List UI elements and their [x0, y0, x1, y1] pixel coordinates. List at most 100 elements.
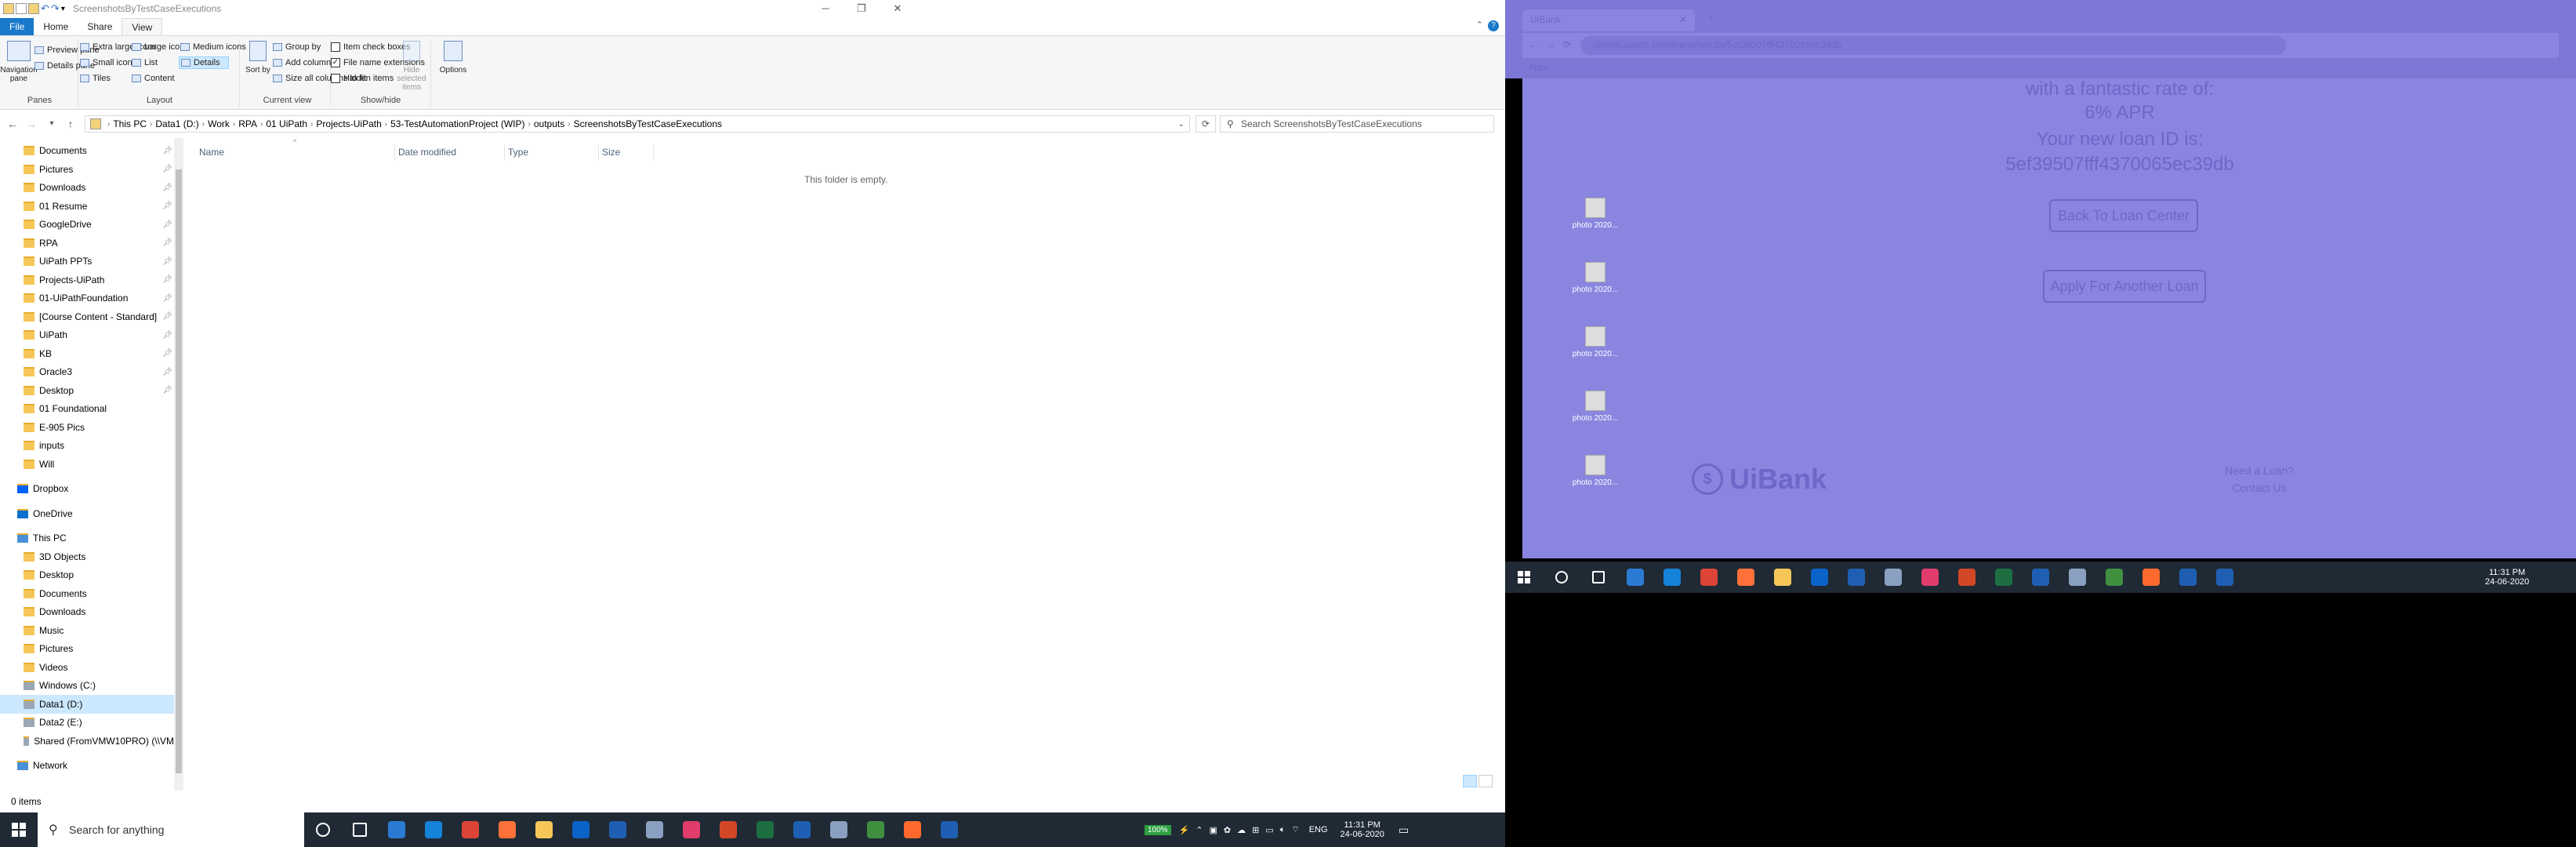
tab-home[interactable]: Home: [34, 18, 78, 35]
column-header-date-modified[interactable]: Date modified: [395, 144, 505, 160]
clock[interactable]: 11:31 PM 24-06-2020: [1341, 820, 1384, 839]
taskbar-app[interactable]: [2095, 562, 2132, 593]
taskbar-app[interactable]: [2206, 562, 2243, 593]
tab-view[interactable]: View: [122, 18, 163, 35]
taskbar-app[interactable]: [1616, 562, 1653, 593]
taskbar-app[interactable]: [746, 812, 783, 847]
taskbar-app[interactable]: [1985, 562, 2022, 593]
clock[interactable]: 11:31 PM 24-06-2020: [2485, 562, 2529, 593]
quick-access-item[interactable]: Downloads 📌︎: [0, 178, 174, 197]
battery-indicator[interactable]: 100%: [1145, 824, 1171, 835]
quick-access-item[interactable]: UiPath 📌︎: [0, 325, 174, 344]
tray-app-icon[interactable]: ✿: [1224, 825, 1231, 835]
desktop-icon[interactable]: photo 2020...: [1568, 391, 1623, 423]
taskbar-app[interactable]: [2132, 562, 2169, 593]
quick-access-item[interactable]: Projects-UiPath 📌︎: [0, 271, 174, 289]
address-bar[interactable]: › This PC › Data1 (D:) › Work › RPA › 01 UiP…: [85, 115, 1190, 133]
column-header-size[interactable]: Size: [599, 144, 654, 160]
this-pc-item[interactable]: Documents: [0, 584, 174, 603]
breadcrumb-item[interactable]: Data1 (D:): [155, 118, 198, 129]
tiles-option[interactable]: Tiles: [80, 74, 111, 83]
taskbar-app[interactable]: [709, 812, 746, 847]
details-option[interactable]: Details: [179, 56, 229, 69]
tab-share[interactable]: Share: [78, 18, 122, 35]
taskbar-app[interactable]: [820, 812, 857, 847]
undo-icon[interactable]: ↶: [41, 2, 49, 15]
desktop-icon[interactable]: photo 2020...: [1568, 326, 1623, 358]
back-button[interactable]: ←: [5, 116, 20, 132]
breadcrumb-item[interactable]: 53-TestAutomationProject (WIP): [390, 118, 524, 129]
breadcrumb-item[interactable]: Projects-UiPath: [316, 118, 381, 129]
navigation-pane-button[interactable]: Navigation pane: [0, 41, 38, 83]
this-pc-item[interactable]: Desktop: [0, 565, 174, 584]
url-bar[interactable]: uibank.uipath.com/loans/results/5ef39507…: [1580, 36, 2286, 55]
quick-access-item[interactable]: [Course Content - Standard] 📌︎: [0, 307, 174, 326]
chevron-up-icon[interactable]: ⌃: [1195, 825, 1203, 835]
network-icon[interactable]: ▭: [1265, 825, 1273, 835]
taskbar-search-input[interactable]: ⚲ Search for anything: [38, 812, 304, 847]
taskbar-app[interactable]: [488, 812, 525, 847]
quick-access-item[interactable]: Desktop 📌︎: [0, 381, 174, 400]
quick-access-item[interactable]: inputs: [0, 436, 174, 455]
this-pc-item[interactable]: Data1 (D:): [0, 694, 174, 714]
forward-button[interactable]: →: [24, 116, 39, 132]
nav-item-dropbox[interactable]: Dropbox: [0, 479, 174, 498]
details-view-icon[interactable]: [1463, 775, 1477, 787]
reload-icon[interactable]: ⟳: [1563, 39, 1571, 50]
tray-app-icon[interactable]: ☁: [1237, 825, 1246, 835]
taskbar-app[interactable]: [525, 812, 562, 847]
hide-selected-items-button[interactable]: Hide selected items: [395, 41, 428, 92]
contact-link[interactable]: Contact Us: [2197, 482, 2322, 494]
taskbar-app[interactable]: [415, 812, 452, 847]
wifi-icon[interactable]: ⌔: [1291, 824, 1299, 835]
nav-item-onedrive[interactable]: OneDrive: [0, 504, 174, 523]
language-indicator[interactable]: ENG: [1309, 825, 1328, 834]
quick-access-item[interactable]: Documents 📌︎: [0, 141, 174, 160]
back-icon[interactable]: ←: [1529, 39, 1538, 50]
taskbar-app[interactable]: [931, 812, 967, 847]
breadcrumb-item[interactable]: outputs: [534, 118, 564, 129]
search-input[interactable]: ⚲ Search ScreenshotsByTestCaseExecutions: [1220, 115, 1494, 133]
up-button[interactable]: ↑: [63, 116, 78, 132]
options-button[interactable]: Options: [437, 41, 469, 75]
minimize-button[interactable]: ─: [807, 0, 844, 17]
quick-access-item[interactable]: KB 📌︎: [0, 344, 174, 363]
taskbar-app[interactable]: [1727, 562, 1764, 593]
this-pc-item[interactable]: Videos: [0, 658, 174, 677]
browser-tab[interactable]: UiBank ✕: [1522, 9, 1695, 31]
quick-access-item[interactable]: RPA 📌︎: [0, 234, 174, 253]
taskbar-app[interactable]: [1580, 562, 1616, 593]
tray-app-icon[interactable]: ⚡: [1179, 825, 1190, 835]
customize-qat-icon[interactable]: ▾: [61, 5, 65, 13]
add-columns-button[interactable]: Add columns: [273, 58, 336, 67]
need-loan-link[interactable]: Need a Loan?: [2197, 464, 2322, 477]
taskbar-app[interactable]: [452, 812, 488, 847]
taskbar-app[interactable]: [2169, 562, 2206, 593]
quick-access-item[interactable]: 01 Foundational: [0, 399, 174, 418]
breadcrumb-item[interactable]: Work: [208, 118, 230, 129]
sort-by-button[interactable]: Sort by: [245, 41, 270, 75]
taskbar-app[interactable]: [894, 812, 931, 847]
breadcrumb-item[interactable]: This PC: [113, 118, 147, 129]
chevron-down-icon[interactable]: ⌄: [1178, 120, 1185, 129]
properties-icon[interactable]: [16, 3, 27, 14]
taskbar-app[interactable]: [1764, 562, 1801, 593]
taskbar-app[interactable]: [1543, 562, 1580, 593]
taskbar-app[interactable]: [2059, 562, 2095, 593]
column-header-type[interactable]: Type: [505, 144, 599, 160]
chevron-down-icon[interactable]: ⌃: [1476, 20, 1483, 30]
nav-item-this-pc[interactable]: This PC: [0, 529, 174, 547]
quick-access-item[interactable]: E-905 Pics: [0, 418, 174, 437]
taskbar-app[interactable]: [599, 812, 636, 847]
this-pc-item[interactable]: Data2 (E:): [0, 713, 174, 732]
taskbar-app[interactable]: [1874, 562, 1911, 593]
redo-icon[interactable]: ↷: [51, 2, 60, 15]
back-to-loan-center-button[interactable]: Back To Loan Center: [2049, 199, 2198, 232]
start-button[interactable]: [0, 812, 38, 847]
volume-icon[interactable]: 🔈︎: [1280, 825, 1286, 835]
breadcrumb-item[interactable]: 01 UiPath: [266, 118, 307, 129]
quick-access-item[interactable]: Pictures 📌︎: [0, 160, 174, 179]
taskbar-app[interactable]: [783, 812, 820, 847]
taskbar-app[interactable]: [562, 812, 599, 847]
close-button[interactable]: ✕: [880, 0, 916, 17]
